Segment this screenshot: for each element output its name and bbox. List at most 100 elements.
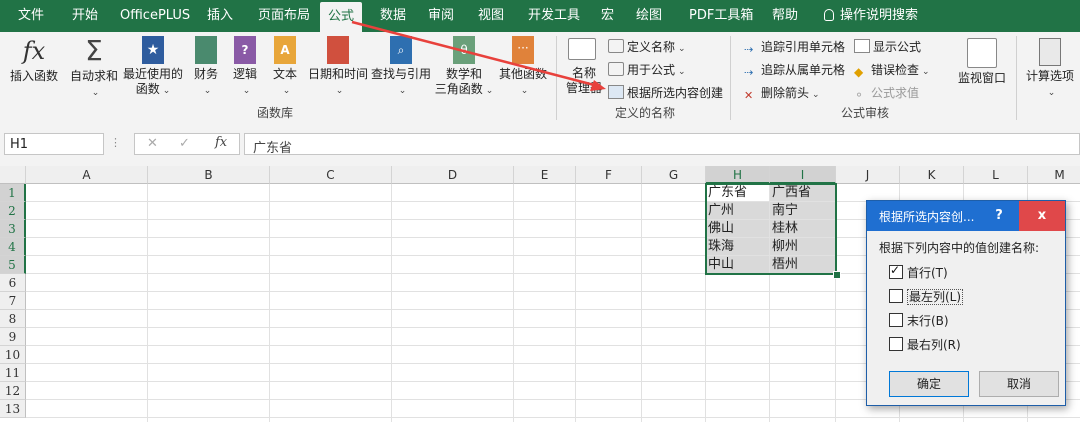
column-header[interactable]: B: [148, 166, 270, 184]
define-name-button[interactable]: 定义名称 ⌄: [608, 38, 686, 55]
column-header[interactable]: J: [836, 166, 900, 184]
cell-I1[interactable]: 广西省: [770, 184, 836, 202]
group-label-formula-auditing: 公式审核: [840, 106, 889, 120]
formula-input[interactable]: 广东省: [244, 133, 1080, 156]
row-header[interactable]: 12: [0, 382, 26, 400]
row-header[interactable]: 4: [0, 238, 26, 256]
error-checking-button[interactable]: ◆ 错误检查 ⌄: [854, 61, 930, 79]
select-all-corner[interactable]: [0, 166, 26, 184]
cell-I4[interactable]: 柳州: [770, 238, 836, 256]
column-header[interactable]: H: [706, 166, 770, 184]
row-header[interactable]: 8: [0, 310, 26, 328]
checkbox-left-column[interactable]: 最左列(L): [889, 288, 964, 305]
glasses-icon: [967, 38, 997, 68]
use-in-formula-button[interactable]: 用于公式 ⌄: [608, 61, 686, 78]
cell-H4[interactable]: 珠海: [706, 238, 770, 256]
cell-H5[interactable]: 中山: [706, 256, 770, 274]
tab-data[interactable]: 数据: [380, 0, 406, 32]
insert-function-fx-icon[interactable]: fx: [215, 135, 227, 150]
row-header[interactable]: 9: [0, 328, 26, 346]
ok-button[interactable]: 确定: [889, 371, 969, 397]
create-from-selection-button[interactable]: 根据所选内容创建: [608, 84, 723, 101]
remove-arrows-icon: ✕: [744, 89, 754, 102]
name-manager-button[interactable]: 名称 管理器: [562, 66, 606, 96]
trace-precedents-button[interactable]: ⇢ 追踪引用单元格: [744, 38, 845, 56]
cancel-button[interactable]: 取消: [979, 371, 1059, 397]
row-header[interactable]: 1: [0, 184, 26, 202]
tab-insert[interactable]: 插入: [207, 0, 233, 32]
tab-formulas[interactable]: 公式: [320, 2, 363, 32]
cell-I5[interactable]: 梧州: [770, 256, 836, 274]
checkbox-unchecked: [889, 337, 903, 351]
column-header[interactable]: L: [964, 166, 1028, 184]
show-formulas-button[interactable]: 显示公式: [854, 38, 921, 55]
name-box[interactable]: H1: [4, 133, 104, 155]
datetime-button[interactable]: 日期和时间 ⌄: [306, 36, 370, 99]
column-header[interactable]: E: [514, 166, 576, 184]
calculation-options-button[interactable]: 计算选项 ⌄: [1022, 38, 1078, 101]
group-separator: [1016, 36, 1017, 120]
column-header[interactable]: D: [392, 166, 514, 184]
close-button[interactable]: x: [1019, 201, 1065, 231]
tell-me-search[interactable]: 操作说明搜索: [824, 0, 918, 32]
cell-I3[interactable]: 桂林: [770, 220, 836, 238]
group-label-function-library: 函数库: [256, 106, 293, 120]
column-header[interactable]: I: [770, 166, 836, 184]
checkbox-right-column[interactable]: 最右列(R): [889, 336, 961, 353]
row-header[interactable]: 13: [0, 400, 26, 418]
tab-pdf-toolbox[interactable]: PDF工具箱: [689, 0, 753, 32]
column-header[interactable]: G: [642, 166, 706, 184]
column-header[interactable]: M: [1028, 166, 1080, 184]
enter-check-icon[interactable]: ✓: [179, 136, 190, 151]
tab-view[interactable]: 视图: [478, 0, 504, 32]
checkbox-bottom-row[interactable]: 末行(B): [889, 312, 949, 329]
tab-review[interactable]: 审阅: [428, 0, 454, 32]
cancel-icon[interactable]: ✕: [147, 136, 158, 151]
tab-home[interactable]: 开始: [72, 0, 98, 32]
tab-page-layout[interactable]: 页面布局: [258, 0, 310, 32]
tab-macro[interactable]: 宏: [601, 0, 614, 32]
more-functions-button[interactable]: ··· 其他函数 ⌄: [496, 36, 550, 99]
fill-handle[interactable]: [833, 271, 841, 279]
checkbox-top-row[interactable]: 首行(T): [889, 263, 948, 281]
dialog-title-bar[interactable]: 根据所选内容创... ? x: [867, 201, 1065, 231]
row-header[interactable]: 11: [0, 364, 26, 382]
column-header[interactable]: K: [900, 166, 964, 184]
cell-I2[interactable]: 南宁: [770, 202, 836, 220]
row-header[interactable]: 10: [0, 346, 26, 364]
recently-used-button[interactable]: ★ 最近使用的 函数 ⌄: [122, 36, 184, 99]
cell-H2[interactable]: 广州: [706, 202, 770, 220]
watch-window-button[interactable]: 监视窗口: [954, 38, 1010, 86]
calculator-icon: [1039, 38, 1061, 66]
lookup-reference-button[interactable]: ⌕ 查找与引用 ⌄: [370, 36, 432, 99]
row-header[interactable]: 7: [0, 292, 26, 310]
text-button[interactable]: A 文本 ⌄: [268, 36, 302, 99]
math-trig-button[interactable]: θ 数学和 三角函数 ⌄: [434, 36, 494, 99]
row-header[interactable]: 5: [0, 256, 26, 274]
row-header[interactable]: 3: [0, 220, 26, 238]
formula-bar-splitter[interactable]: ⋮: [110, 136, 121, 149]
tab-file[interactable]: 文件: [18, 0, 44, 32]
insert-function-button[interactable]: fx 插入函数: [6, 36, 62, 84]
tab-developer[interactable]: 开发工具: [528, 0, 580, 32]
cell-H1[interactable]: 广东省: [706, 184, 770, 202]
remove-arrows-button[interactable]: ✕ 删除箭头 ⌄: [744, 84, 820, 102]
tab-officeplus[interactable]: OfficePLUS: [120, 0, 190, 32]
cell-H3[interactable]: 佛山: [706, 220, 770, 238]
row-header[interactable]: 6: [0, 274, 26, 292]
help-button[interactable]: ?: [979, 201, 1019, 231]
evaluate-formula-button[interactable]: ⚬ 公式求值: [854, 84, 919, 102]
column-header[interactable]: C: [270, 166, 392, 184]
tab-draw[interactable]: 绘图: [636, 0, 662, 32]
formula-bar: H1 ⋮ ✕ ✓ fx 广东省: [0, 124, 1080, 166]
autosum-button[interactable]: Σ 自动求和 ⌄: [68, 36, 120, 101]
checkbox-checked: [889, 263, 903, 279]
trace-dependents-button[interactable]: ⇢ 追踪从属单元格: [744, 61, 845, 79]
row-header[interactable]: 2: [0, 202, 26, 220]
tab-help[interactable]: 帮助: [772, 0, 798, 32]
financial-button[interactable]: 财务 ⌄: [188, 36, 224, 99]
column-header[interactable]: F: [576, 166, 642, 184]
logical-button[interactable]: ? 逻辑 ⌄: [228, 36, 262, 99]
column-header[interactable]: A: [26, 166, 148, 184]
text-book-icon: A: [274, 36, 296, 64]
